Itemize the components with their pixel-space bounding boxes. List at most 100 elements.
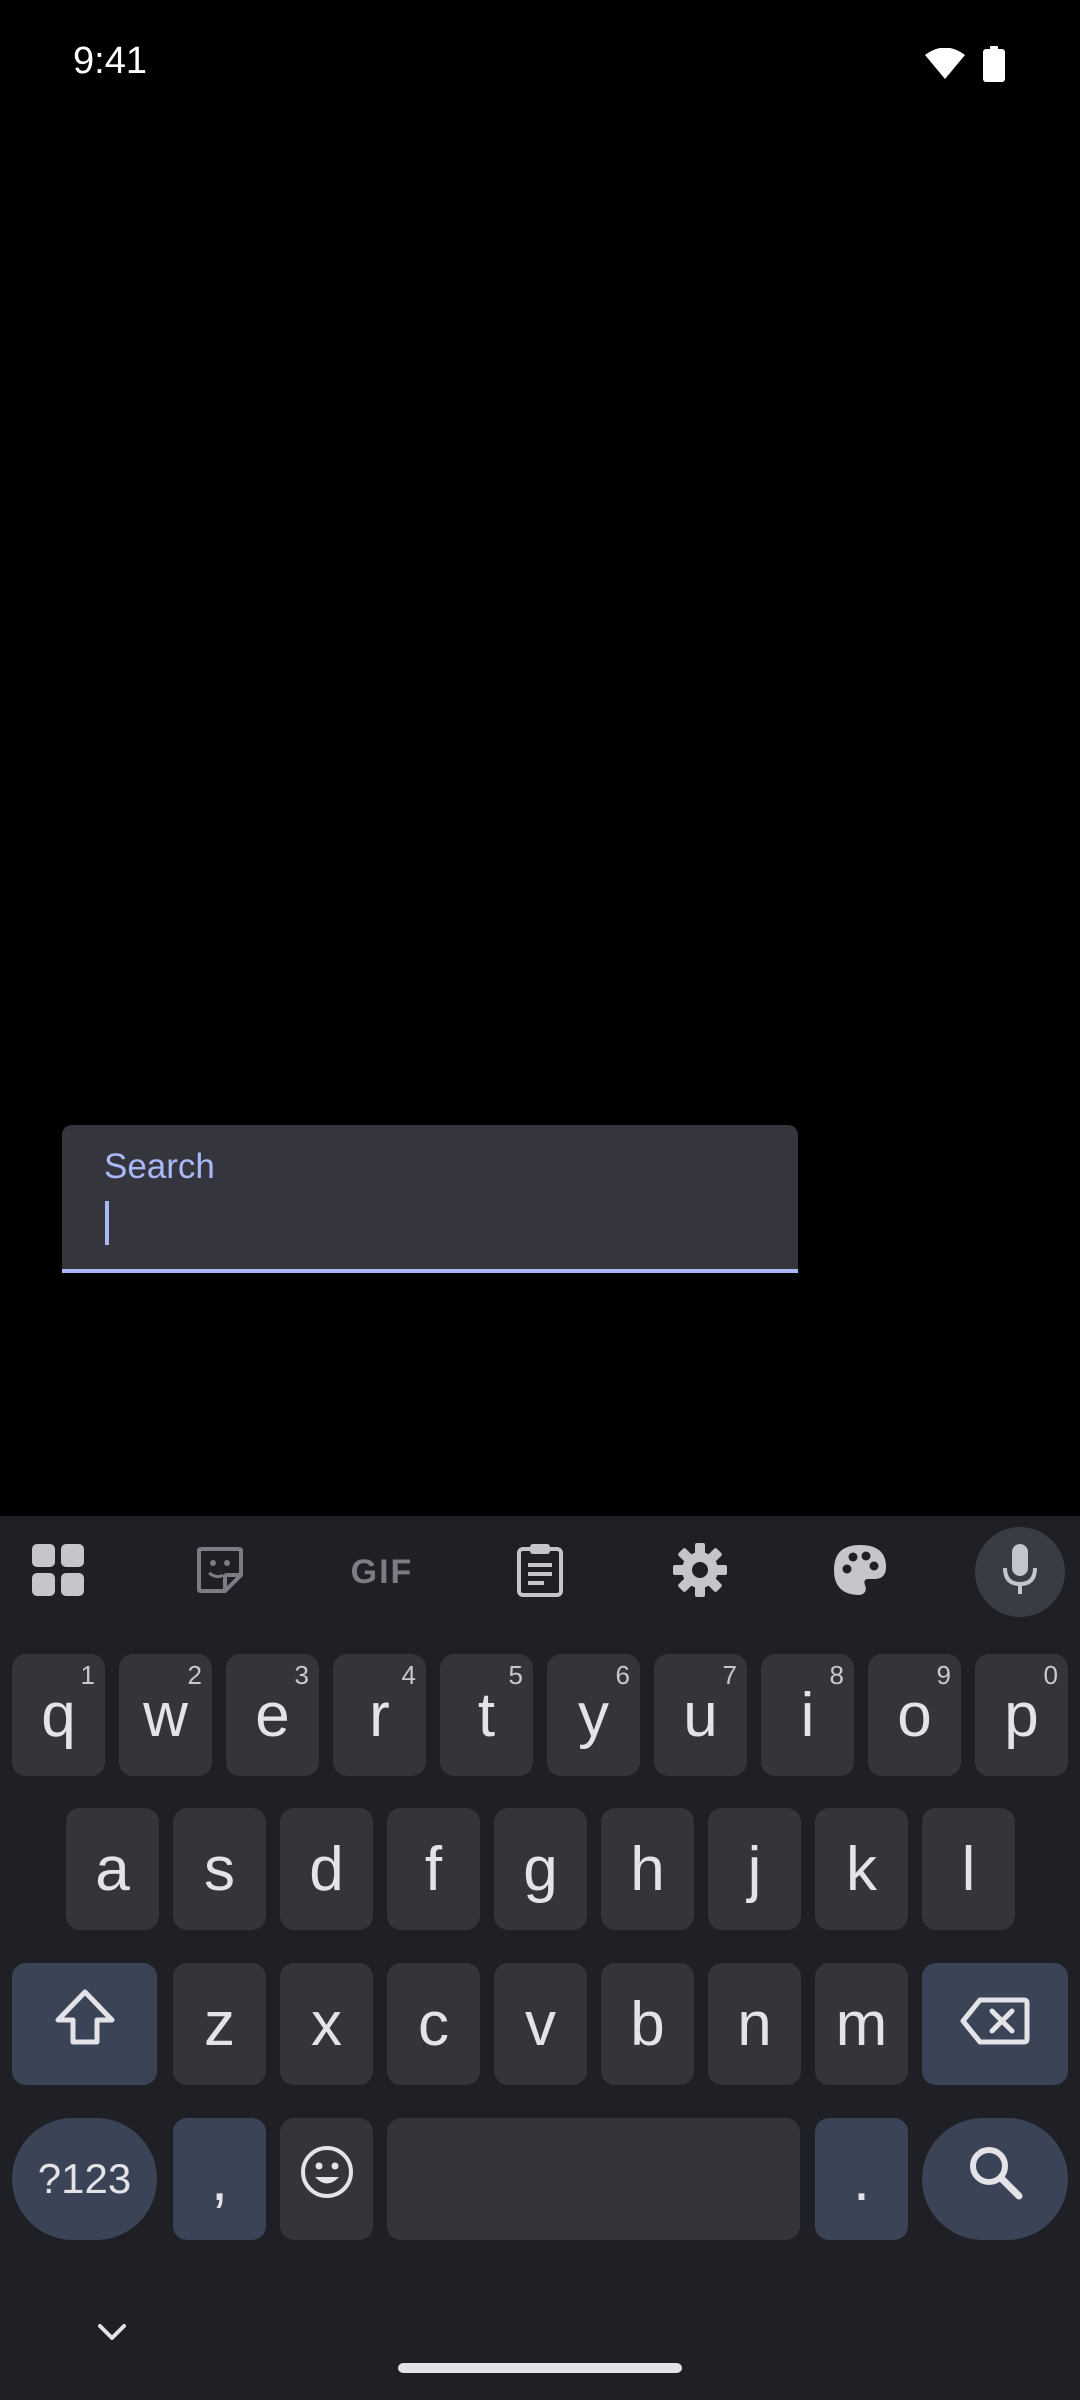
palette-icon [832, 1543, 888, 1602]
key-s[interactable]: s [173, 1808, 266, 1930]
key-hint: 9 [936, 1660, 951, 1690]
key-m[interactable]: m [815, 1963, 908, 2085]
key-r[interactable]: r 4 [333, 1654, 426, 1776]
search-input[interactable] [104, 1195, 754, 1251]
keyboard-toolbar: GIF [0, 1516, 1080, 1628]
key-h[interactable]: h [601, 1808, 694, 1930]
key-i[interactable]: i 8 [761, 1654, 854, 1776]
key-o[interactable]: o 9 [868, 1654, 961, 1776]
key-j[interactable]: j [708, 1808, 801, 1930]
keyboard: GIF q 1 w 2 e 3 r 4 t 5 y 6 u 7 i 8 o 9 … [0, 1516, 1080, 2400]
key-label: l [961, 1834, 976, 1904]
key-t[interactable]: t 5 [440, 1654, 533, 1776]
battery-icon [983, 46, 1005, 87]
period-label: . [852, 2144, 871, 2214]
key-b[interactable]: b [601, 1963, 694, 2085]
key-hint: 4 [401, 1660, 416, 1690]
key-label: w [143, 1680, 188, 1750]
key-l[interactable]: l [922, 1808, 1015, 1930]
symbols-label: ?123 [37, 2155, 132, 2202]
key-label: i [800, 1680, 815, 1750]
key-hint: 7 [722, 1660, 737, 1690]
key-label: g [523, 1834, 558, 1904]
key-label: m [835, 1989, 888, 2059]
key-hint: 0 [1043, 1660, 1058, 1690]
period-key[interactable]: . [815, 2118, 908, 2240]
key-label: p [1004, 1680, 1039, 1750]
status-icons [925, 46, 1005, 87]
apps-grid-icon [32, 1543, 84, 1601]
backspace-key[interactable] [922, 1963, 1068, 2085]
key-hint: 1 [80, 1660, 95, 1690]
clipboard-button[interactable] [496, 1528, 584, 1616]
key-label: f [424, 1834, 443, 1904]
key-g[interactable]: g [494, 1808, 587, 1930]
key-label: o [897, 1680, 932, 1750]
key-z[interactable]: z [173, 1963, 266, 2085]
text-cursor [105, 1201, 109, 1245]
key-label: s [204, 1834, 235, 1904]
key-label: r [369, 1680, 390, 1750]
key-a[interactable]: a [66, 1808, 159, 1930]
comma-label: , [210, 2144, 229, 2214]
key-label: v [525, 1989, 556, 2059]
key-label: a [95, 1834, 130, 1904]
key-hint: 3 [294, 1660, 309, 1690]
chevron-down-icon [97, 2322, 127, 2347]
theme-button[interactable] [816, 1528, 904, 1616]
status-bar: 9:41 [0, 0, 1080, 130]
key-u[interactable]: u 7 [654, 1654, 747, 1776]
apps-grid-button[interactable] [14, 1528, 102, 1616]
key-f[interactable]: f [387, 1808, 480, 1930]
search-icon [965, 2142, 1025, 2217]
gif-button[interactable]: GIF [334, 1528, 430, 1616]
key-w[interactable]: w 2 [119, 1654, 212, 1776]
key-hint: 5 [508, 1660, 523, 1690]
key-label: t [477, 1680, 496, 1750]
key-label: b [630, 1989, 665, 2059]
key-hint: 2 [187, 1660, 202, 1690]
home-indicator[interactable] [398, 2363, 682, 2373]
key-label: c [418, 1989, 449, 2059]
search-field[interactable]: Search [62, 1125, 798, 1273]
settings-button[interactable] [656, 1528, 744, 1616]
wifi-icon [925, 47, 965, 85]
shift-icon [54, 1988, 116, 2061]
gear-icon [673, 1542, 727, 1602]
key-label: y [578, 1680, 609, 1750]
key-label: d [309, 1834, 344, 1904]
gif-icon: GIF [350, 1552, 414, 1591]
key-hint: 8 [829, 1660, 844, 1690]
key-label: j [747, 1834, 762, 1904]
status-time: 9:41 [73, 40, 147, 82]
emoji-key[interactable] [280, 2118, 373, 2240]
emoji-icon [299, 2144, 355, 2215]
key-label: x [311, 1989, 342, 2059]
voice-input-button[interactable] [975, 1527, 1065, 1617]
symbols-key[interactable]: ?123 [12, 2118, 157, 2240]
key-hint: 6 [615, 1660, 630, 1690]
key-y[interactable]: y 6 [547, 1654, 640, 1776]
key-p[interactable]: p 0 [975, 1654, 1068, 1776]
key-d[interactable]: d [280, 1808, 373, 1930]
keyboard-collapse-button[interactable] [92, 2314, 132, 2354]
key-k[interactable]: k [815, 1808, 908, 1930]
search-label: Search [104, 1147, 215, 1186]
space-key[interactable] [387, 2118, 800, 2240]
key-label: q [41, 1680, 76, 1750]
key-e[interactable]: e 3 [226, 1654, 319, 1776]
shift-key[interactable] [12, 1963, 157, 2085]
sticker-button[interactable] [176, 1528, 264, 1616]
key-label: h [630, 1834, 665, 1904]
key-x[interactable]: x [280, 1963, 373, 2085]
search-action-key[interactable] [922, 2118, 1068, 2240]
key-label: e [255, 1680, 290, 1750]
key-q[interactable]: q 1 [12, 1654, 105, 1776]
backspace-icon [960, 1989, 1030, 2060]
key-label: u [683, 1680, 718, 1750]
comma-key[interactable]: , [173, 2118, 266, 2240]
key-label: k [846, 1834, 877, 1904]
key-v[interactable]: v [494, 1963, 587, 2085]
key-c[interactable]: c [387, 1963, 480, 2085]
key-n[interactable]: n [708, 1963, 801, 2085]
